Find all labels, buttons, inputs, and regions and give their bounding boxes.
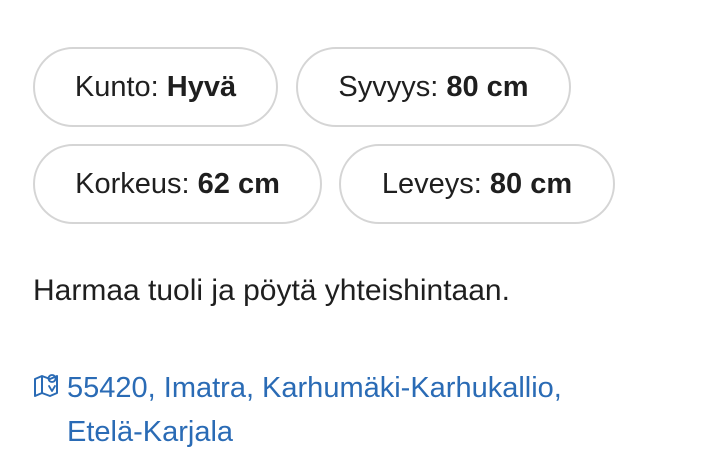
height-chip: Korkeus: 62 cm: [33, 144, 322, 224]
location-line-2: Etelä-Karjala: [67, 416, 234, 448]
listing-details: Kunto: Hyvä Syvyys: 80 cm Korkeus: 62 cm…: [0, 0, 720, 456]
width-value: 80 cm: [489, 167, 573, 200]
condition-label: Kunto:: [74, 70, 159, 103]
depth-chip: Syvyys: 80 cm: [296, 47, 571, 127]
item-description: Harmaa tuoli ja pöytä yhteishintaan.: [33, 274, 510, 307]
height-label: Korkeus:: [75, 167, 190, 200]
location-text: 55420, Imatra, Karhumäki-Karhukallio, Et…: [67, 366, 562, 454]
depth-label: Syvyys:: [338, 70, 439, 103]
depth-value: 80 cm: [446, 70, 529, 103]
location-link[interactable]: 55420, Imatra, Karhumäki-Karhukallio, Et…: [33, 366, 673, 454]
map-icon: [34, 374, 58, 397]
location-line-1: 55420, Imatra, Karhumäki-Karhukallio,: [67, 372, 562, 404]
width-label: Leveys:: [381, 167, 482, 200]
height-value: 62 cm: [197, 167, 280, 200]
width-chip: Leveys: 80 cm: [339, 144, 615, 224]
condition-value: Hyvä: [166, 70, 237, 103]
condition-chip: Kunto: Hyvä: [33, 47, 278, 127]
